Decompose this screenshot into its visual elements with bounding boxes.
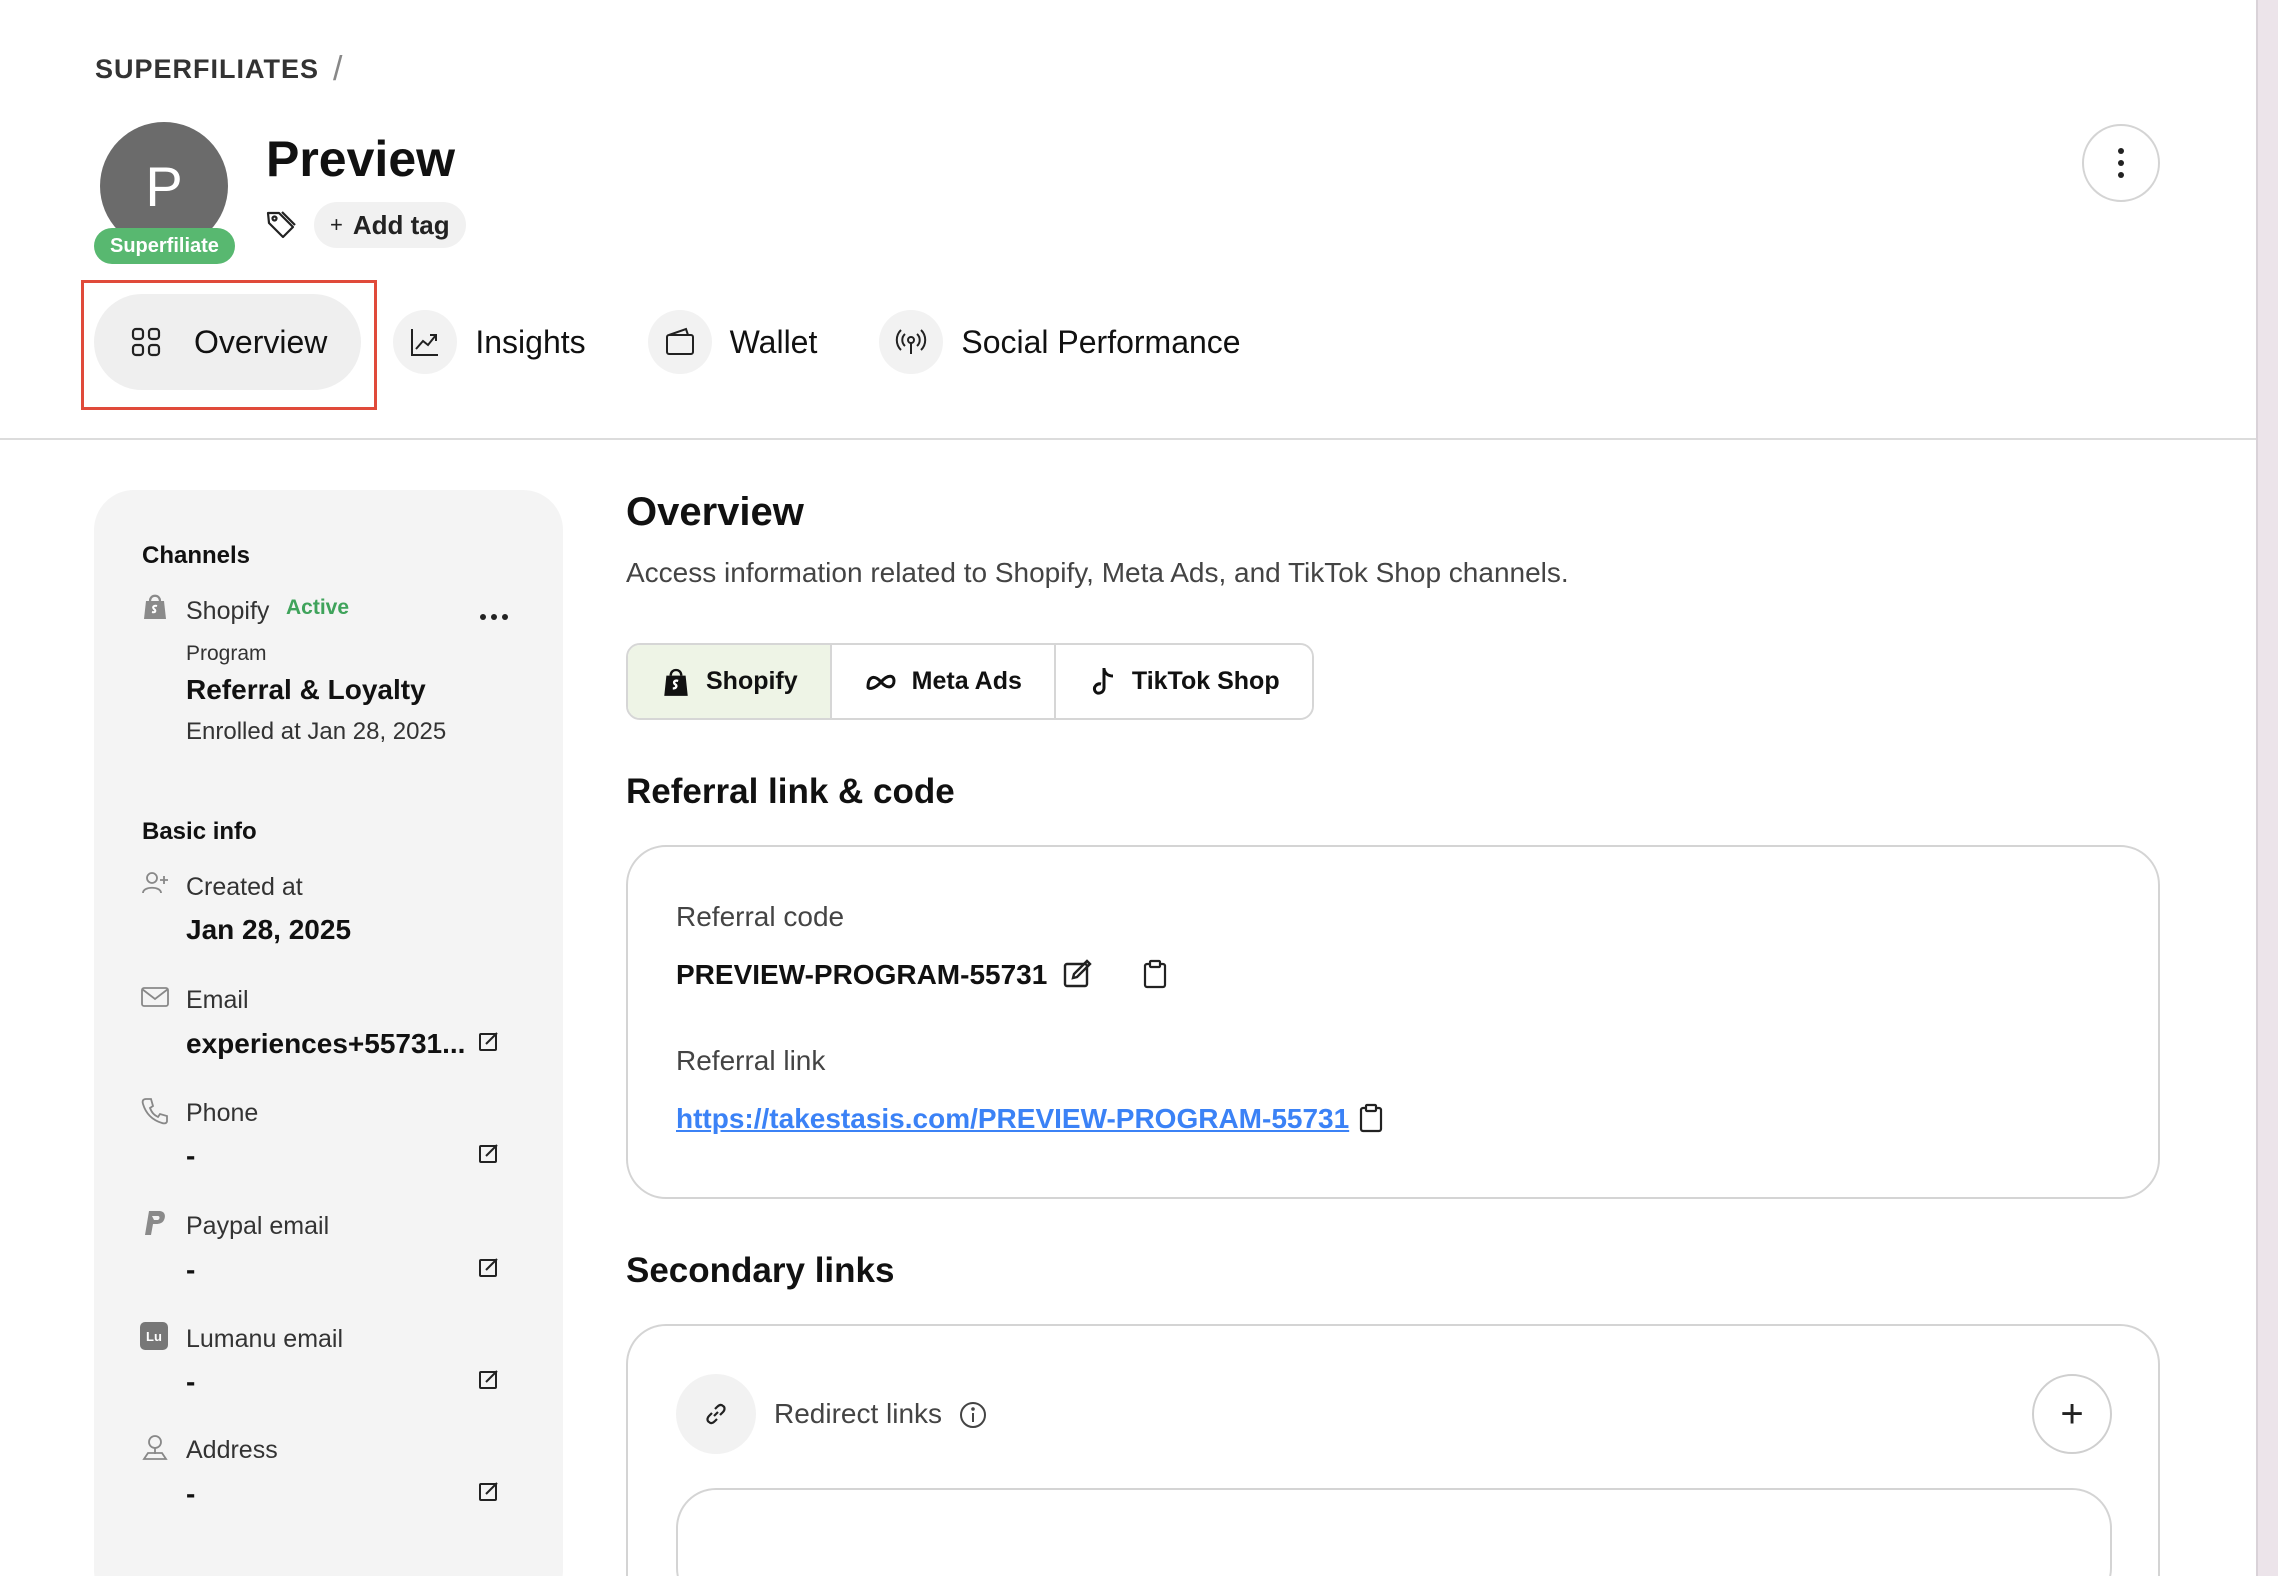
chart-line-icon — [393, 310, 458, 374]
info-icon[interactable] — [958, 1400, 988, 1430]
highlight-box — [81, 280, 377, 410]
link-icon — [676, 1374, 756, 1454]
superfiliate-badge: Superfiliate — [94, 228, 235, 264]
secondary-links-card: Redirect links + — [626, 1324, 2160, 1576]
address-label: Address — [186, 1436, 278, 1464]
tab-wallet[interactable]: Wallet — [647, 294, 836, 390]
header-divider — [0, 438, 2256, 440]
tag-icon[interactable] — [264, 208, 298, 242]
created-at-label: Created at — [186, 873, 303, 901]
channel-name: Shopify — [186, 597, 270, 625]
breadcrumb: SUPERFILIATES / — [95, 50, 343, 89]
breadcrumb-root[interactable]: SUPERFILIATES — [95, 54, 319, 85]
referral-code-value: PREVIEW-PROGRAM-55731 — [676, 959, 1048, 990]
shopify-icon — [664, 668, 688, 696]
copy-referral-code-icon[interactable] — [1140, 959, 1170, 989]
edit-paypal-icon[interactable] — [478, 1256, 500, 1278]
plus-icon: + — [330, 212, 343, 237]
meta-icon — [866, 674, 896, 690]
lumanu-icon: Lu — [140, 1322, 168, 1350]
email-label: Email — [186, 986, 249, 1014]
edit-address-icon[interactable] — [478, 1480, 500, 1502]
copy-referral-link-icon[interactable] — [1356, 1103, 1386, 1133]
edit-email-icon[interactable] — [478, 1030, 500, 1052]
enrolled-date: Enrolled at Jan 28, 2025 — [186, 718, 447, 745]
more-options-button[interactable] — [2082, 124, 2160, 202]
redirect-links-list — [676, 1488, 2112, 1576]
channel-tab-shopify[interactable]: Shopify — [628, 645, 832, 718]
phone-value: - — [186, 1140, 196, 1171]
tab-label: Insights — [475, 323, 586, 360]
edit-lumanu-icon[interactable] — [478, 1368, 500, 1390]
tab-label: Wallet — [729, 323, 818, 360]
vertical-dots-icon — [2118, 148, 2124, 178]
mail-icon — [141, 987, 169, 1007]
window-edge-strip — [2258, 0, 2278, 1576]
email-value: experiences+55731... — [186, 1028, 466, 1059]
tab-label: Social Performance — [961, 323, 1241, 360]
channel-tab-meta-ads[interactable]: Meta Ads — [831, 645, 1056, 718]
channel-tabs: Shopify Meta Ads TikTok Shop — [626, 643, 1314, 720]
tiktok-icon — [1092, 667, 1113, 695]
redirect-links-label: Redirect links — [774, 1398, 943, 1429]
phone-icon — [141, 1098, 168, 1125]
channel-tab-tiktok-shop[interactable]: TikTok Shop — [1055, 645, 1312, 718]
channel-more-icon[interactable] — [480, 614, 508, 620]
channels-heading: Channels — [142, 542, 251, 569]
referral-link-label: Referral link — [676, 1045, 826, 1076]
program-name: Referral & Loyalty — [186, 674, 426, 705]
add-redirect-link-button[interactable]: + — [2032, 1374, 2112, 1454]
address-value: - — [186, 1478, 196, 1509]
overview-description: Access information related to Shopify, M… — [626, 557, 1569, 588]
broadcast-icon — [879, 310, 944, 374]
referral-card: Referral code PREVIEW-PROGRAM-55731 Refe… — [626, 845, 2160, 1199]
user-plus-icon — [142, 872, 168, 894]
basic-info-heading: Basic info — [142, 818, 257, 845]
tab-social-performance[interactable]: Social Performance — [879, 294, 1258, 390]
page-title: Preview — [266, 131, 456, 187]
shopify-icon — [144, 594, 166, 619]
channel-tab-label: Shopify — [706, 667, 798, 695]
edit-referral-code-icon[interactable] — [1062, 959, 1092, 989]
referral-code-label: Referral code — [676, 901, 845, 932]
channel-tab-label: Meta Ads — [911, 667, 1022, 695]
add-tag-label: Add tag — [352, 209, 450, 240]
program-label: Program — [186, 642, 267, 665]
phone-label: Phone — [186, 1099, 259, 1127]
paypal-email-label: Paypal email — [186, 1212, 330, 1240]
secondary-links-title: Secondary links — [626, 1251, 895, 1290]
lumanu-email-value: - — [186, 1366, 196, 1397]
channel-status-badge: Active — [286, 596, 350, 619]
add-tag-button[interactable]: + Add tag — [314, 202, 466, 248]
channel-tab-label: TikTok Shop — [1131, 667, 1280, 695]
breadcrumb-separator: / — [333, 50, 344, 88]
address-icon — [142, 1435, 168, 1460]
paypal-email-value: - — [186, 1254, 196, 1285]
lumanu-email-label: Lumanu email — [186, 1325, 344, 1353]
tab-insights[interactable]: Insights — [393, 294, 603, 390]
referral-link[interactable]: https://takestasis.com/PREVIEW-PROGRAM-5… — [676, 1103, 1349, 1135]
overview-title: Overview — [626, 490, 804, 534]
referral-section-title: Referral link & code — [626, 772, 955, 811]
paypal-icon — [145, 1211, 165, 1235]
edit-phone-icon[interactable] — [478, 1142, 500, 1164]
created-at-value: Jan 28, 2025 — [186, 914, 352, 945]
wallet-icon — [647, 310, 712, 374]
app-window: SUPERFILIATES / P Superfiliate Preview +… — [0, 0, 2256, 1576]
sidebar: Channels Shopify Active Program Referral… — [94, 490, 563, 1576]
